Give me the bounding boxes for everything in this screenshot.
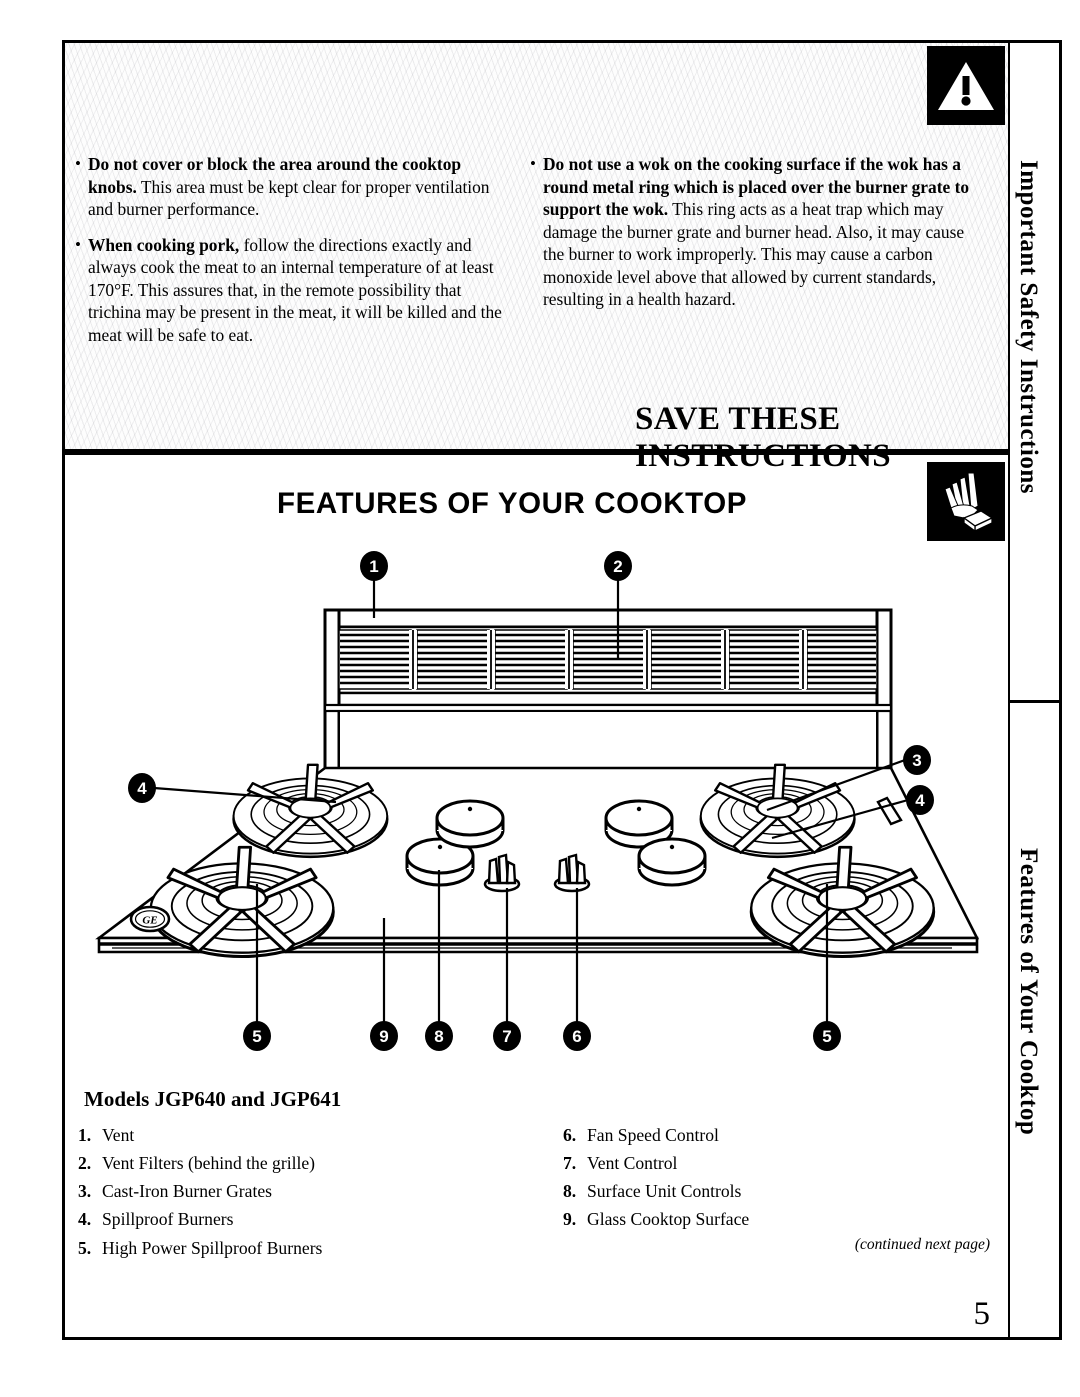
- list-item-label: Vent Filters (behind the grille): [102, 1153, 316, 1174]
- svg-text:9: 9: [379, 1027, 388, 1046]
- save-line-1: SAVE THESE: [635, 401, 841, 437]
- list-item-label: Surface Unit Controls: [587, 1181, 742, 1202]
- svg-text:4: 4: [915, 791, 925, 810]
- side-tab-important-safety-instructions: Important Safety Instructions: [1015, 160, 1042, 494]
- side-tab-divider: [1008, 700, 1062, 703]
- svg-text:7: 7: [502, 1027, 511, 1046]
- svg-text:2: 2: [613, 557, 622, 576]
- svg-text:5: 5: [252, 1027, 261, 1046]
- list-item-label: Spillproof Burners: [102, 1209, 234, 1230]
- svg-text:3: 3: [912, 751, 921, 770]
- safety-bullet: • When cooking pork, follow the directio…: [75, 234, 514, 347]
- svg-text:8: 8: [434, 1027, 443, 1046]
- list-item: 4. Spillproof Burners: [78, 1205, 518, 1233]
- list-item: 6. Fan Speed Control: [563, 1121, 983, 1149]
- warning-triangle-icon: [927, 46, 1005, 125]
- ge-logo: GE: [129, 905, 171, 933]
- list-item-label: Cast-Iron Burner Grates: [102, 1181, 273, 1202]
- bullet-icon: •: [530, 154, 536, 173]
- safety-bullet-text: Do not use a wok on the cooking surface …: [543, 153, 985, 311]
- list-item-label: Vent: [102, 1125, 135, 1145]
- list-item-number: 5.: [78, 1237, 92, 1258]
- safety-column-left: • Do not cover or block the area around …: [75, 153, 530, 359]
- list-item-label: Vent Control: [587, 1153, 678, 1174]
- feature-list-left: 1. Vent 2. Vent Filters (behind the gril…: [78, 1121, 518, 1262]
- continued-note: (continued next page): [854, 1236, 990, 1253]
- safety-bullet-body: This area must be kept clear for proper …: [88, 176, 490, 220]
- list-item: 3. Cast-Iron Burner Grates: [78, 1177, 518, 1205]
- safety-bullet: • Do not use a wok on the cooking surfac…: [530, 153, 985, 311]
- safety-instructions-box: • Do not cover or block the area around …: [65, 43, 1008, 474]
- cooktop-diagram: GE 1 2 3 4 4 5 9 8 7 6 5: [72, 548, 1002, 1058]
- list-item: 1. Vent: [78, 1121, 518, 1149]
- safety-bullet-bold: When cooking pork,: [88, 234, 240, 255]
- safety-column-right: • Do not use a wok on the cooking surfac…: [530, 153, 985, 359]
- list-item: 9. Glass Cooktop Surface: [563, 1205, 983, 1233]
- list-item-label: High Power Spillproof Burners: [102, 1237, 323, 1258]
- bullet-icon: •: [75, 154, 81, 173]
- svg-text:1: 1: [369, 557, 378, 576]
- svg-text:4: 4: [137, 779, 147, 798]
- svg-text:GE: GE: [142, 915, 157, 927]
- models-heading: Models JGP640 and JGP641: [84, 1087, 342, 1111]
- svg-text:5: 5: [822, 1027, 831, 1046]
- list-item-label: Glass Cooktop Surface: [587, 1209, 750, 1230]
- list-item-number: 8.: [563, 1181, 577, 1202]
- list-item-number: 9.: [563, 1209, 577, 1230]
- safety-bullet-text: When cooking pork, follow the directions…: [88, 234, 514, 347]
- safety-bullet-text: Do not cover or block the area around th…: [88, 153, 514, 221]
- list-item-number: 3.: [78, 1181, 92, 1202]
- list-item-number: 2.: [78, 1153, 92, 1174]
- list-item-label: Fan Speed Control: [587, 1125, 719, 1145]
- save-these-instructions-heading: SAVE THESE INSTRUCTIONS: [635, 401, 891, 476]
- bullet-icon: •: [75, 234, 81, 254]
- svg-text:6: 6: [572, 1027, 581, 1046]
- list-item-number: 6.: [563, 1125, 577, 1145]
- list-item-number: 7.: [563, 1153, 577, 1174]
- safety-bullet: • Do not cover or block the area around …: [75, 153, 514, 221]
- list-item: 5. High Power Spillproof Burners: [78, 1234, 518, 1262]
- safety-columns: • Do not cover or block the area around …: [75, 153, 1005, 359]
- list-item-number: 1.: [78, 1125, 92, 1145]
- list-item: 7. Vent Control: [563, 1149, 983, 1177]
- list-item: 2. Vent Filters (behind the grille): [78, 1149, 518, 1177]
- page-number: 5: [973, 1296, 991, 1332]
- page-title: FEATURES OF YOUR COOKTOP: [277, 487, 748, 520]
- feature-list-right: 6. Fan Speed Control 7. Vent Control 8. …: [563, 1121, 983, 1234]
- list-item-number: 4.: [78, 1209, 92, 1230]
- save-line-2: INSTRUCTIONS: [635, 438, 892, 475]
- hand-pointing-icon: [927, 462, 1005, 541]
- side-tab-features-of-your-cooktop: Features of Your Cooktop: [1015, 848, 1042, 1136]
- list-item: 8. Surface Unit Controls: [563, 1177, 983, 1205]
